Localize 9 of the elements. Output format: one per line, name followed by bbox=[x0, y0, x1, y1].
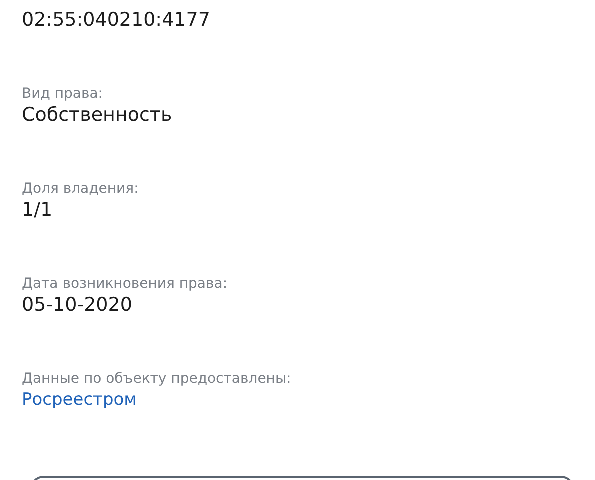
field-value: 1/1 bbox=[22, 198, 54, 222]
source-link[interactable]: Росреестром bbox=[22, 388, 137, 412]
field-label: Доля владения: bbox=[22, 180, 140, 198]
field-label: Дата возникновения права: bbox=[22, 275, 229, 293]
field-value: Собственность bbox=[22, 103, 174, 127]
field-value: 02:55:040210:4177 bbox=[22, 8, 212, 32]
field-label: Данные по объекту предоставлены: bbox=[22, 370, 292, 388]
field-label: Вид права: bbox=[22, 85, 104, 103]
field-value: 05-10-2020 bbox=[22, 293, 134, 317]
